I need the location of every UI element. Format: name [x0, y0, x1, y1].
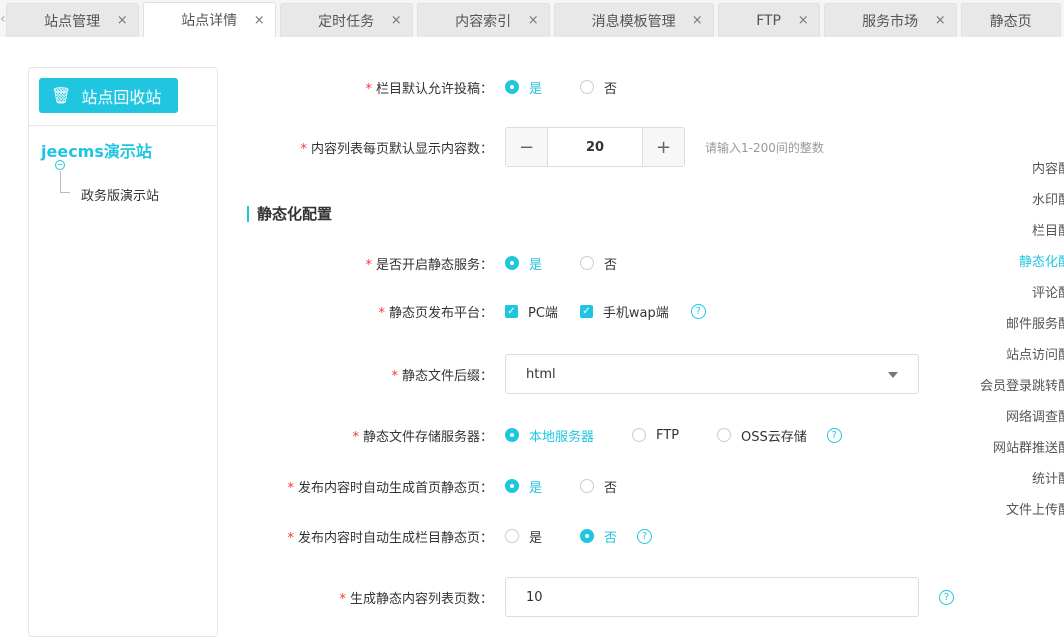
- form-row-platform: * 静态页发布平台： ✓ PC端 ✓ 手机wap端 ?: [230, 296, 970, 326]
- tab-7[interactable]: 静态页: [960, 3, 1061, 37]
- radio-yes[interactable]: 是: [505, 477, 542, 496]
- anchor-link[interactable]: 统计配置: [954, 470, 1064, 501]
- radio-yes[interactable]: 是: [505, 527, 542, 546]
- close-icon[interactable]: ×: [117, 13, 128, 28]
- trash-icon: 🗑: [51, 86, 72, 105]
- collapse-icon[interactable]: −: [55, 160, 65, 170]
- radio-local[interactable]: 本地服务器: [505, 426, 594, 445]
- tab-5[interactable]: FTP ×: [717, 3, 820, 37]
- close-icon[interactable]: ×: [935, 13, 946, 28]
- anchor-link[interactable]: 邮件服务配置: [954, 315, 1064, 346]
- page-size-input[interactable]: 20: [547, 128, 643, 166]
- tab-bar: ‹ 站点管理 × 站点详情 × 定时任务 × 内容索引 × 消息模板管理 × FTP × 服务市场 × 静态…: [0, 0, 1064, 37]
- close-icon[interactable]: ×: [528, 13, 539, 28]
- form-row-allow-submit: * 栏目默认允许投稿： 是 否: [230, 72, 970, 102]
- radio-yes[interactable]: 是: [505, 254, 542, 273]
- form-row-page-size: * 内容列表每页默认显示内容数： − 20 + 请输入1-200间的整数: [230, 127, 970, 167]
- tree-line: [60, 171, 70, 193]
- radio-no[interactable]: 否: [580, 78, 617, 97]
- hint-text: 请输入1-200间的整数: [705, 140, 824, 155]
- radio-ftp[interactable]: FTP: [632, 428, 679, 443]
- help-icon[interactable]: ?: [637, 528, 653, 544]
- form-row-static-service: * 是否开启静态服务： 是 否: [230, 248, 970, 278]
- checkbox-pc[interactable]: ✓ PC端: [505, 302, 558, 321]
- tab-6[interactable]: 服务市场 ×: [823, 3, 957, 37]
- checkbox-wap[interactable]: ✓ 手机wap端: [579, 302, 669, 321]
- tree-node-child[interactable]: 政务版演示站: [81, 185, 159, 204]
- site-recycle-button[interactable]: 🗑 站点回收站: [39, 78, 178, 113]
- radio-oss[interactable]: OSS云存储: [717, 426, 807, 445]
- close-icon[interactable]: ×: [798, 13, 809, 28]
- anchor-link[interactable]: 网站群推送配置: [954, 439, 1064, 470]
- form-row-list-pages: * 生成静态内容列表页数： 10 ?: [230, 577, 970, 617]
- anchor-link[interactable]: 文件上传配置: [954, 501, 1064, 532]
- suffix-select[interactable]: html: [505, 354, 919, 394]
- increment-button[interactable]: +: [643, 128, 684, 166]
- anchor-link[interactable]: 网络调查配置: [954, 408, 1064, 439]
- form-row-suffix: * 静态文件后缀： html: [230, 354, 970, 394]
- radio-no[interactable]: 否: [580, 477, 617, 496]
- section-title: 静态化配置: [247, 206, 332, 222]
- radio-no[interactable]: 否: [580, 254, 617, 273]
- close-icon[interactable]: ×: [254, 13, 265, 28]
- anchor-link[interactable]: 栏目配置: [954, 222, 1064, 253]
- site-tree-panel: 🗑 站点回收站 jeecms演示站 − 政务版演示站: [28, 67, 218, 637]
- tab-0[interactable]: 站点管理 ×: [5, 3, 139, 37]
- anchor-link[interactable]: 静态化配置: [954, 253, 1064, 284]
- tab-2[interactable]: 定时任务 ×: [279, 3, 413, 37]
- help-icon[interactable]: ?: [690, 303, 706, 319]
- list-pages-input[interactable]: 10: [505, 577, 919, 617]
- chevron-down-icon: [888, 372, 898, 383]
- form-row-gen-channel: * 发布内容时自动生成栏目静态页： 是 否 ?: [230, 521, 970, 551]
- anchor-link[interactable]: 内容配置: [954, 160, 1064, 191]
- anchor-link[interactable]: 站点访问配置: [954, 346, 1064, 377]
- decrement-button[interactable]: −: [506, 128, 547, 166]
- form-row-gen-index: * 发布内容时自动生成首页静态页： 是 否: [230, 471, 970, 501]
- divider: [29, 125, 217, 126]
- help-icon[interactable]: ?: [939, 589, 954, 605]
- close-icon[interactable]: ×: [391, 13, 402, 28]
- anchor-link[interactable]: 评论配置: [954, 284, 1064, 315]
- tab-3[interactable]: 内容索引 ×: [416, 3, 550, 37]
- anchor-link[interactable]: 会员登录跳转配置: [954, 377, 1064, 408]
- anchor-link[interactable]: 水印配置: [954, 191, 1064, 222]
- close-icon[interactable]: ×: [692, 13, 703, 28]
- radio-no[interactable]: 否: [580, 527, 617, 546]
- page-size-stepper: − 20 +: [505, 127, 685, 167]
- tab-4[interactable]: 消息模板管理 ×: [553, 3, 714, 37]
- tree-node-root[interactable]: jeecms演示站: [41, 138, 152, 162]
- form-row-storage: * 静态文件存储服务器： 本地服务器 FTP OSS云存储 ?: [230, 420, 970, 450]
- tab-1[interactable]: 站点详情 ×: [142, 2, 276, 37]
- anchor-nav: 内容配置水印配置栏目配置静态化配置评论配置邮件服务配置站点访问配置会员登录跳转配…: [954, 160, 1064, 532]
- help-icon[interactable]: ?: [826, 427, 842, 443]
- radio-yes[interactable]: 是: [505, 78, 542, 97]
